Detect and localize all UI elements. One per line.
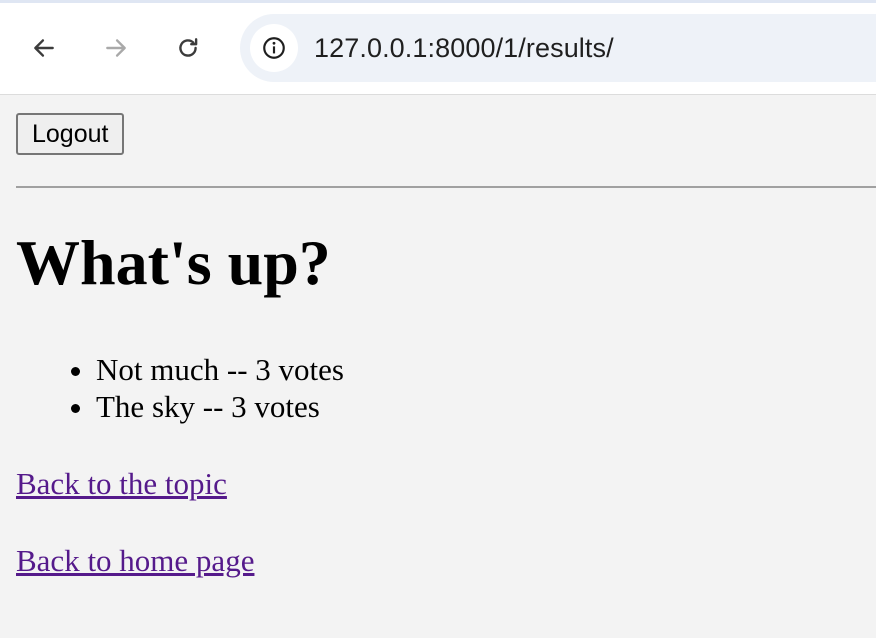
reload-button[interactable] (168, 28, 208, 68)
toolbar-top-line (0, 0, 876, 3)
divider (16, 186, 876, 188)
address-bar[interactable]: 127.0.0.1:8000/1/results/ (240, 14, 876, 82)
back-to-home-link[interactable]: Back to home page (16, 545, 254, 576)
forward-button[interactable] (96, 28, 136, 68)
arrow-left-icon (34, 39, 54, 57)
list-item: Not much -- 3 votes (96, 351, 344, 388)
back-button[interactable] (24, 28, 64, 68)
page-title: What's up? (16, 227, 331, 298)
info-icon (263, 37, 285, 59)
site-info-button[interactable] (250, 24, 298, 72)
browser-toolbar: 127.0.0.1:8000/1/results/ (0, 0, 876, 95)
results-list: Not much -- 3 votes The sky -- 3 votes (16, 351, 344, 425)
arrow-right-icon (106, 39, 126, 57)
reload-icon (179, 38, 198, 57)
logout-button[interactable]: Logout (16, 113, 125, 155)
url-text[interactable]: 127.0.0.1:8000/1/results/ (314, 33, 614, 64)
back-to-topic-link[interactable]: Back to the topic (16, 468, 227, 499)
list-item: The sky -- 3 votes (96, 388, 344, 425)
